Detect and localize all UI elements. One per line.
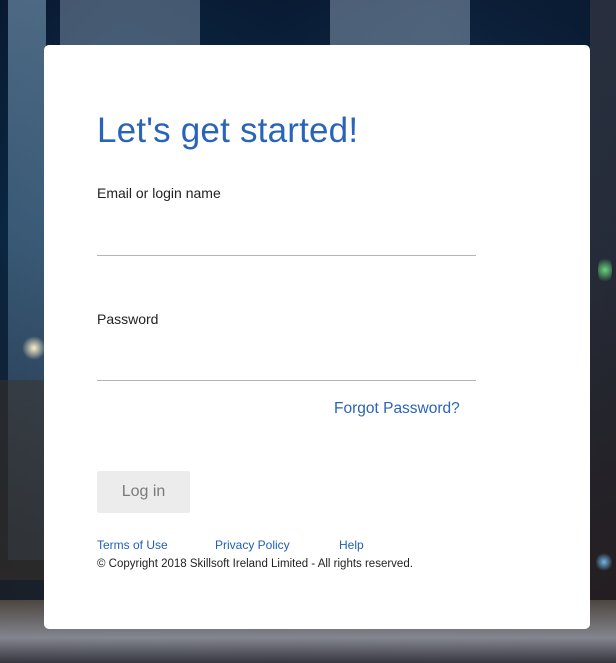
help-link[interactable]: Help <box>339 538 364 552</box>
street-light <box>598 255 612 285</box>
background-building <box>590 0 616 600</box>
background-building <box>330 0 470 45</box>
forgot-password-link[interactable]: Forgot Password? <box>334 400 460 418</box>
copyright-text: © Copyright 2018 Skillsoft Ireland Limit… <box>97 558 413 570</box>
login-card: Let's get started! Email or login name P… <box>44 45 590 629</box>
page-title: Let's get started! <box>97 111 359 150</box>
street-light <box>22 336 46 360</box>
email-field[interactable] <box>97 226 476 256</box>
password-label: Password <box>97 311 159 327</box>
background-building <box>0 380 44 580</box>
street-light <box>596 552 612 572</box>
login-button[interactable]: Log in <box>97 471 190 513</box>
password-field[interactable] <box>97 351 476 381</box>
terms-of-use-link[interactable]: Terms of Use <box>97 538 168 552</box>
email-label: Email or login name <box>97 185 221 201</box>
privacy-policy-link[interactable]: Privacy Policy <box>215 538 290 552</box>
background-building <box>60 0 200 45</box>
